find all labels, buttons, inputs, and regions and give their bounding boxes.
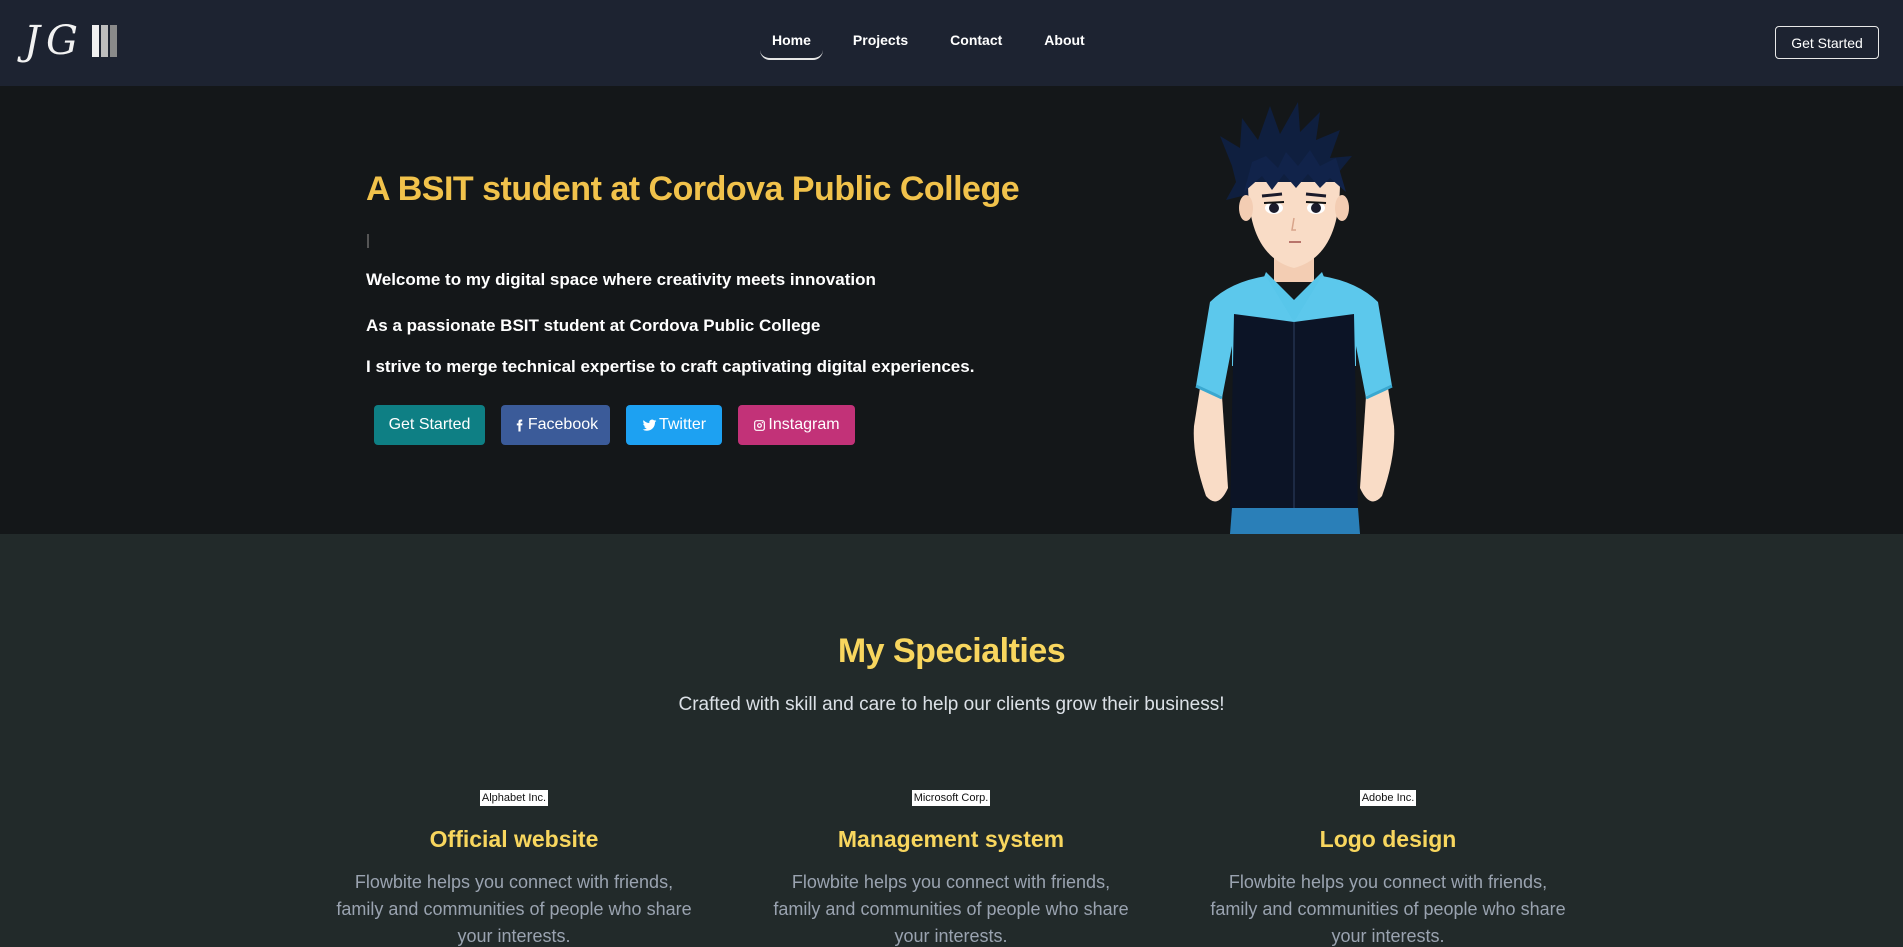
- logo-bars-graphic: [92, 25, 117, 57]
- hero-section: A BSIT student at Cordova Public College…: [0, 86, 1903, 534]
- character-illustration: [1193, 102, 1395, 534]
- specialty-card: Adobe Inc. Logo design Flowbite helps yo…: [1198, 788, 1578, 947]
- nav-link-projects[interactable]: Projects: [841, 22, 920, 60]
- specialty-card: Microsoft Corp. Management system Flowbi…: [761, 788, 1141, 947]
- specialty-description: Flowbite helps you connect with friends,…: [773, 872, 1129, 946]
- instagram-button[interactable]: Instagram: [738, 405, 855, 445]
- nav-link-home[interactable]: Home: [760, 22, 823, 60]
- facebook-label: Facebook: [527, 416, 599, 433]
- specialty-title: Official website: [429, 826, 599, 852]
- specialties-subtitle: Crafted with skill and care to help our …: [678, 694, 1225, 715]
- specialty-description: Flowbite helps you connect with friends,…: [336, 872, 692, 946]
- navbar: JG Home Projects Contact About Get Start…: [0, 0, 1903, 86]
- twitter-icon: [642, 419, 657, 431]
- instagram-label: Instagram: [768, 416, 840, 433]
- company-badge: Microsoft Corp.: [911, 790, 991, 806]
- specialty-description: Flowbite helps you connect with friends,…: [1210, 872, 1566, 946]
- company-badge: Alphabet Inc.: [479, 790, 549, 806]
- specialty-title: Logo design: [1319, 826, 1457, 852]
- typing-cursor: [367, 234, 369, 248]
- company-badge: Adobe Inc.: [1359, 790, 1417, 806]
- twitter-label: Twitter: [658, 416, 707, 433]
- logo-text: JG: [24, 18, 84, 64]
- site-logo[interactable]: JG: [24, 18, 117, 64]
- facebook-icon: [516, 419, 523, 431]
- get-started-label: Get Started: [388, 416, 471, 433]
- specialty-card: Alphabet Inc. Official website Flowbite …: [324, 788, 704, 947]
- get-started-nav-button[interactable]: Get Started: [1775, 26, 1879, 59]
- specialty-title: Management system: [837, 826, 1065, 852]
- instagram-icon: [754, 419, 766, 431]
- hero-student-text: As a passionate BSIT student at Cordova …: [366, 316, 821, 335]
- hero-mission-text: I strive to merge technical expertise to…: [366, 357, 975, 376]
- hero-button-group: Get Started Facebook Twitter Instagram: [374, 405, 855, 445]
- facebook-button[interactable]: Facebook: [501, 405, 610, 445]
- specialties-title: My Specialties: [837, 632, 1066, 670]
- nav-link-about[interactable]: About: [1032, 22, 1096, 60]
- hero-title: A BSIT student at Cordova Public College: [366, 170, 1020, 208]
- nav-link-contact[interactable]: Contact: [938, 22, 1014, 60]
- get-started-button[interactable]: Get Started: [374, 405, 485, 445]
- twitter-button[interactable]: Twitter: [626, 405, 722, 445]
- main-nav: Home Projects Contact About: [760, 22, 1097, 60]
- hero-welcome-text: Welcome to my digital space where creati…: [366, 270, 876, 289]
